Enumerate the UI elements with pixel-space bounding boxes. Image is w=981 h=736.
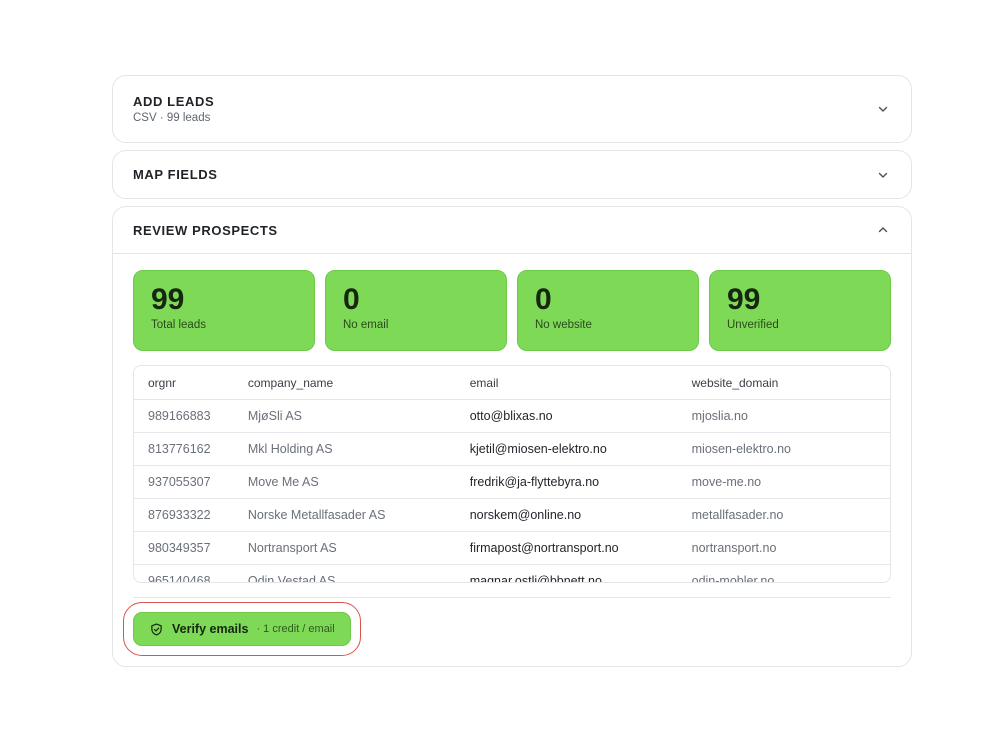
cell-website-domain: metallfasader.no bbox=[677, 498, 880, 532]
review-prospects-header[interactable]: REVIEW PROSPECTS bbox=[113, 207, 911, 254]
cell-email: norskem@online.no bbox=[455, 498, 678, 532]
cell-orgnr: 813776162 bbox=[134, 432, 234, 466]
prospects-table: orgnr company_name email website_domain … bbox=[134, 366, 890, 582]
add-leads-title: ADD LEADS bbox=[133, 94, 215, 109]
review-actions: Verify emails · 1 credit / email bbox=[113, 598, 911, 666]
stat-value: 99 bbox=[151, 283, 185, 316]
stat-label: No email bbox=[343, 319, 389, 331]
cell-company-name: Mkl Holding AS bbox=[233, 432, 456, 466]
cell-email: firmapost@nortransport.no bbox=[455, 531, 678, 565]
verify-emails-cost-note: · 1 credit / email bbox=[256, 623, 335, 635]
cell-truncated: 3 bbox=[879, 564, 890, 582]
table-row: 980349357 Nortransport AS firmapost@nort… bbox=[134, 531, 890, 565]
stat-label: Unverified bbox=[727, 319, 779, 331]
cell-company-name: MjøSli AS bbox=[233, 399, 456, 433]
cell-company-name: Move Me AS bbox=[233, 465, 456, 499]
cell-website-domain: move-me.no bbox=[677, 465, 880, 499]
cell-orgnr: 989166883 bbox=[134, 399, 234, 433]
stat-no-website: 0 No website bbox=[517, 270, 699, 351]
table-header-row: orgnr company_name email website_domain … bbox=[134, 366, 890, 400]
table-row: 965140468 Odin Vestad AS magnar.ostli@bb… bbox=[134, 564, 890, 582]
verify-emails-button[interactable]: Verify emails · 1 credit / email bbox=[123, 602, 361, 656]
prospects-table-scroll[interactable]: orgnr company_name email website_domain … bbox=[133, 365, 891, 583]
add-leads-subtitle: CSV · 99 leads bbox=[133, 112, 211, 124]
table-row: 937055307 Move Me AS fredrik@ja-flytteby… bbox=[134, 465, 890, 499]
add-leads-section: ADD LEADS CSV · 99 leads bbox=[112, 75, 912, 143]
map-fields-header[interactable]: MAP FIELDS bbox=[113, 151, 911, 198]
stat-value: 99 bbox=[727, 283, 761, 316]
stat-total-leads: 99 Total leads bbox=[133, 270, 315, 351]
cell-orgnr: 937055307 bbox=[134, 465, 234, 499]
column-header-orgnr[interactable]: orgnr bbox=[134, 366, 234, 400]
cell-company-name: Nortransport AS bbox=[233, 531, 456, 565]
map-fields-title: MAP FIELDS bbox=[133, 167, 218, 182]
cell-truncated: 3 bbox=[879, 465, 890, 499]
map-fields-section: MAP FIELDS bbox=[112, 150, 912, 199]
column-header-company-name[interactable]: company_name bbox=[233, 366, 456, 400]
stats-row: 99 Total leads 0 No email 0 No website 9… bbox=[113, 254, 911, 351]
stat-label: Total leads bbox=[151, 319, 206, 331]
chevron-down-icon[interactable] bbox=[877, 103, 889, 115]
stat-value: 0 bbox=[535, 283, 552, 316]
lead-import-wizard: ADD LEADS CSV · 99 leads MAP FIELDS REVI… bbox=[112, 75, 912, 674]
cell-website-domain: odin-mobler.no bbox=[677, 564, 880, 582]
stat-unverified: 99 Unverified bbox=[709, 270, 891, 351]
review-prospects-section: REVIEW PROSPECTS 99 Total leads 0 No ema… bbox=[112, 206, 912, 667]
cell-orgnr: 876933322 bbox=[134, 498, 234, 532]
cell-company-name: Odin Vestad AS bbox=[233, 564, 456, 582]
column-header-email[interactable]: email bbox=[455, 366, 678, 400]
cell-email: kjetil@miosen-elektro.no bbox=[455, 432, 678, 466]
cell-company-name: Norske Metallfasader AS bbox=[233, 498, 456, 532]
cell-email: magnar.ostli@bbnett.no bbox=[455, 564, 678, 582]
cell-truncated: 3 bbox=[879, 432, 890, 466]
cell-truncated: 3 bbox=[879, 399, 890, 433]
cell-orgnr: 980349357 bbox=[134, 531, 234, 565]
add-leads-header[interactable]: ADD LEADS CSV · 99 leads bbox=[113, 76, 911, 142]
cell-website-domain: nortransport.no bbox=[677, 531, 880, 565]
cell-email: otto@blixas.no bbox=[455, 399, 678, 433]
review-prospects-title: REVIEW PROSPECTS bbox=[133, 222, 278, 238]
stat-no-email: 0 No email bbox=[325, 270, 507, 351]
cell-website-domain: miosen-elektro.no bbox=[677, 432, 880, 466]
cell-website-domain: mjoslia.no bbox=[677, 399, 880, 433]
table-row: 989166883 MjøSli AS otto@blixas.no mjosl… bbox=[134, 399, 890, 433]
cell-email: fredrik@ja-flyttebyra.no bbox=[455, 465, 678, 499]
stat-label: No website bbox=[535, 319, 592, 331]
verify-emails-label: Verify emails bbox=[172, 622, 249, 636]
chevron-up-icon[interactable] bbox=[877, 224, 889, 236]
shield-check-icon bbox=[150, 623, 163, 636]
cell-truncated: 3 bbox=[879, 531, 890, 565]
chevron-down-icon[interactable] bbox=[877, 169, 889, 181]
table-row: 876933322 Norske Metallfasader AS norske… bbox=[134, 498, 890, 532]
column-header-website-domain[interactable]: website_domain bbox=[677, 366, 880, 400]
table-row: 813776162 Mkl Holding AS kjetil@miosen-e… bbox=[134, 432, 890, 466]
cell-orgnr: 965140468 bbox=[134, 564, 234, 582]
stat-value: 0 bbox=[343, 283, 360, 316]
column-header-truncated[interactable]: l bbox=[879, 366, 890, 400]
cell-truncated: 3 bbox=[879, 498, 890, 532]
